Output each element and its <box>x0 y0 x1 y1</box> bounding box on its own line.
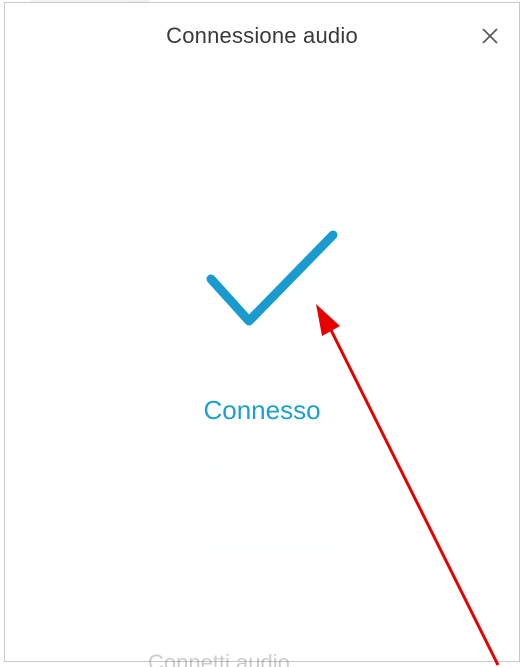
close-icon <box>482 28 498 44</box>
background-footer-text: Connetti audio <box>148 650 290 667</box>
connection-status: Connesso <box>203 395 321 425</box>
dialog-header: Connessione audio <box>5 3 519 75</box>
audio-connection-dialog: Connessione audio Connesso <box>4 2 520 662</box>
dialog-title: Connessione audio <box>166 23 358 48</box>
screen: Connessione audio Connesso Connetti audi… <box>0 0 527 667</box>
close-button[interactable] <box>473 19 507 53</box>
checkmark-icon <box>206 230 338 326</box>
